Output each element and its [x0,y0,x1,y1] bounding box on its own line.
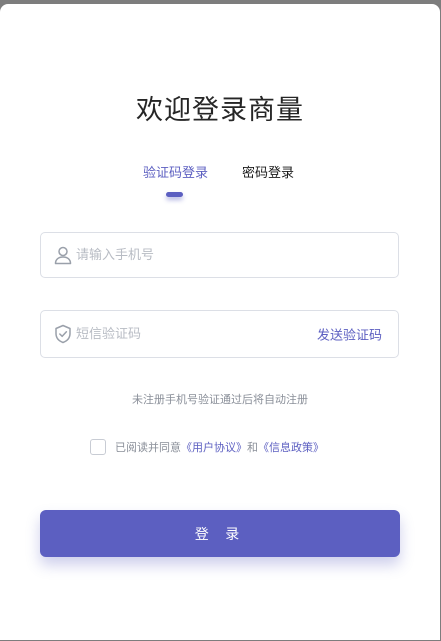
auto-register-hint: 未注册手机号验证通过后将自动注册 [132,393,308,406]
login-tabs: 验证码登录 密码登录 [0,162,440,202]
user-agreement-link[interactable]: 《用户协议》 [181,439,247,455]
login-dialog: 欢迎登录商量 验证码登录 密码登录 发送验证码 未注册手机号验证通过后将自动注册… [0,4,440,640]
phone-input[interactable] [76,233,306,277]
page-title: 欢迎登录商量 [136,95,304,126]
user-icon [53,245,73,265]
agreement-prefix: 已阅读并同意 [115,441,181,454]
phone-field [40,232,399,278]
login-button[interactable]: 登 录 [40,510,400,557]
send-code-button[interactable]: 发送验证码 [317,325,382,344]
sms-code-field: 发送验证码 [40,310,399,358]
sms-code-input[interactable] [76,311,306,357]
agreement-row: 已阅读并同意 《用户协议》 和 《信息政策》 [90,438,324,456]
agreement-and: 和 [247,441,258,454]
shield-check-icon [53,324,73,344]
agreement-checkbox[interactable] [90,439,106,455]
privacy-policy-link[interactable]: 《信息政策》 [258,439,324,455]
active-tab-indicator [166,192,183,197]
tab-sms-login[interactable]: 验证码登录 [143,162,208,181]
tab-password-login[interactable]: 密码登录 [242,162,294,181]
